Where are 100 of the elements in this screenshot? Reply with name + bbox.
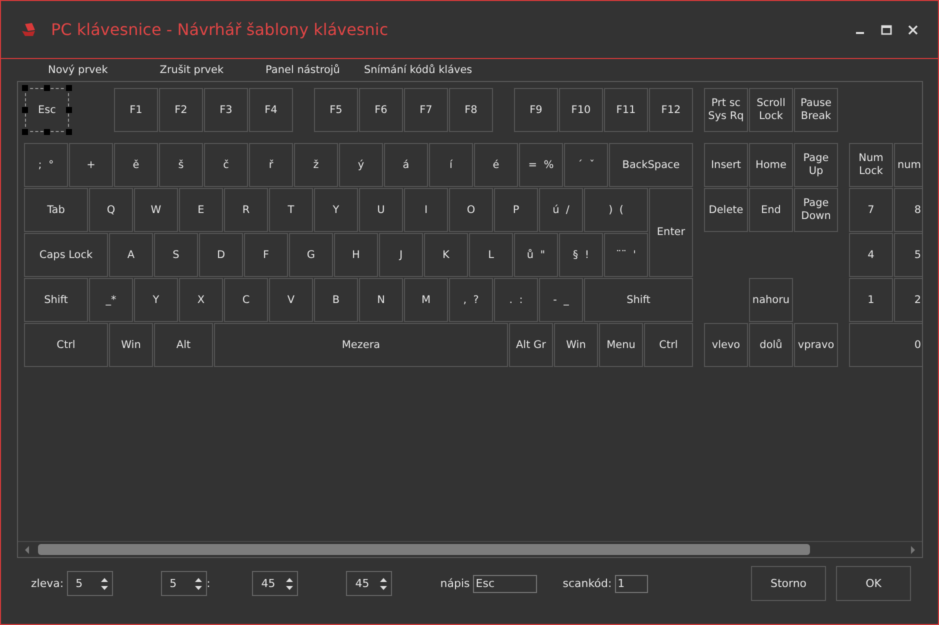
resize-handle[interactable] bbox=[66, 85, 72, 91]
dialog-button[interactable]: Storno bbox=[751, 566, 826, 601]
keyboard-key[interactable]: Alt Gr bbox=[509, 323, 553, 367]
keyboard-key[interactable]: č bbox=[204, 143, 248, 187]
keyboard-key[interactable]: Mezera bbox=[214, 323, 508, 367]
resize-handle[interactable] bbox=[66, 129, 72, 135]
keyboard-key[interactable]: ř bbox=[249, 143, 293, 187]
keyboard-key[interactable]: Y bbox=[134, 278, 178, 322]
keyboard-key[interactable]: Shift bbox=[24, 278, 88, 322]
keyboard-key[interactable]: K bbox=[424, 233, 468, 277]
keyboard-key[interactable]: U bbox=[359, 188, 403, 232]
keyboard-key[interactable]: + bbox=[69, 143, 113, 187]
keyboard-key[interactable]: E bbox=[179, 188, 223, 232]
resize-handle[interactable] bbox=[22, 129, 28, 135]
keyboard-key[interactable]: Shift bbox=[584, 278, 693, 322]
keyboard-key[interactable]: Win bbox=[109, 323, 153, 367]
keyboard-key[interactable]: Page Up bbox=[794, 143, 838, 187]
resize-handle[interactable] bbox=[66, 107, 72, 113]
keyboard-key[interactable]: Q bbox=[89, 188, 133, 232]
scroll-left-icon[interactable] bbox=[24, 546, 30, 554]
spin-up-icon[interactable] bbox=[380, 578, 388, 582]
resize-handle[interactable] bbox=[22, 85, 28, 91]
spin-field[interactable]: 5 bbox=[160, 571, 207, 596]
keyboard-key[interactable]: ž bbox=[294, 143, 338, 187]
keyboard-key[interactable]: ů " bbox=[514, 233, 558, 277]
keyboard-key[interactable]: 1 bbox=[849, 278, 893, 322]
spin-field[interactable]: 5 bbox=[66, 571, 113, 596]
keyboard-key[interactable]: J bbox=[379, 233, 423, 277]
resize-handle[interactable] bbox=[44, 129, 50, 135]
keyboard-key[interactable]: F bbox=[244, 233, 288, 277]
keyboard-key[interactable]: Pause Break bbox=[794, 88, 838, 132]
keyboard-key[interactable]: dolů bbox=[749, 323, 793, 367]
keyboard-key[interactable]: Insert bbox=[704, 143, 748, 187]
keyboard-key[interactable]: á bbox=[384, 143, 428, 187]
keyboard-key[interactable]: ě bbox=[114, 143, 158, 187]
text-field[interactable]: Esc bbox=[472, 574, 537, 592]
spin-down-icon[interactable] bbox=[100, 586, 108, 590]
keyboard-key[interactable]: F1 bbox=[114, 88, 158, 132]
keyboard-key[interactable]: S bbox=[154, 233, 198, 277]
keyboard-key[interactable]: X bbox=[179, 278, 223, 322]
keyboard-key[interactable]: F5 bbox=[314, 88, 358, 132]
scroll-right-icon[interactable] bbox=[910, 546, 916, 554]
keyboard-key[interactable]: _* bbox=[89, 278, 133, 322]
keyboard-key[interactable]: 7 bbox=[849, 188, 893, 232]
keyboard-key[interactable]: Caps Lock bbox=[24, 233, 108, 277]
spin-field[interactable]: 45 bbox=[252, 571, 298, 596]
keyboard-key[interactable]: Menu bbox=[599, 323, 643, 367]
keyboard-key[interactable]: ý bbox=[339, 143, 383, 187]
keyboard-key[interactable]: Alt bbox=[154, 323, 213, 367]
spin-down-icon[interactable] bbox=[286, 586, 294, 590]
keyboard-key[interactable]: F3 bbox=[204, 88, 248, 132]
keyboard-key[interactable]: Prt sc Sys Rq bbox=[704, 88, 748, 132]
spin-down-icon[interactable] bbox=[380, 586, 388, 590]
keyboard-key[interactable]: Tab bbox=[24, 188, 88, 232]
spin-up-icon[interactable] bbox=[194, 578, 202, 582]
keyboard-key[interactable]: 0 bbox=[849, 323, 922, 367]
keyboard-key[interactable]: G bbox=[289, 233, 333, 277]
keyboard-key[interactable]: vpravo bbox=[794, 323, 838, 367]
keyboard-key[interactable]: D bbox=[199, 233, 243, 277]
spin-up-icon[interactable] bbox=[286, 578, 294, 582]
menu-item[interactable]: Nový prvek bbox=[48, 64, 108, 76]
keyboard-key[interactable]: Page Down bbox=[794, 188, 838, 232]
keyboard-key[interactable]: O bbox=[449, 188, 493, 232]
keyboard-key[interactable]: Win bbox=[554, 323, 598, 367]
menu-item[interactable]: Snímání kódů kláves bbox=[364, 64, 472, 76]
keyboard-key[interactable]: F11 bbox=[604, 88, 648, 132]
keyboard-key[interactable]: ¨¨ ' bbox=[604, 233, 648, 277]
keyboard-key[interactable]: F4 bbox=[249, 88, 293, 132]
keyboard-key[interactable]: F2 bbox=[159, 88, 203, 132]
keyboard-key[interactable]: P bbox=[494, 188, 538, 232]
keyboard-key[interactable]: End bbox=[749, 188, 793, 232]
keyboard-key[interactable]: N bbox=[359, 278, 403, 322]
keyboard-key[interactable]: nahoru bbox=[749, 278, 793, 322]
keyboard-key[interactable]: , ? bbox=[449, 278, 493, 322]
scrollbar-thumb[interactable] bbox=[38, 544, 810, 555]
menu-item[interactable]: Panel nástrojů bbox=[266, 64, 340, 76]
resize-handle[interactable] bbox=[44, 85, 50, 91]
keyboard-key[interactable]: W bbox=[134, 188, 178, 232]
keyboard-key[interactable]: L bbox=[469, 233, 513, 277]
keyboard-key[interactable]: í bbox=[429, 143, 473, 187]
keyboard-key[interactable]: F9 bbox=[514, 88, 558, 132]
horizontal-scrollbar[interactable] bbox=[18, 541, 922, 557]
keyboard-key[interactable]: I bbox=[404, 188, 448, 232]
keyboard-key[interactable]: é bbox=[474, 143, 518, 187]
keyboard-key[interactable]: Enter bbox=[649, 188, 693, 277]
keyboard-key[interactable]: H bbox=[334, 233, 378, 277]
keyboard-key[interactable]: Scroll Lock bbox=[749, 88, 793, 132]
keyboard-key[interactable]: Num Lock bbox=[849, 143, 893, 187]
spin-field[interactable]: 45 bbox=[346, 571, 392, 596]
keyboard-key[interactable]: Ctrl bbox=[644, 323, 693, 367]
close-icon[interactable] bbox=[908, 24, 918, 34]
keyboard-key[interactable]: F8 bbox=[449, 88, 493, 132]
keyboard-key[interactable]: ) ( bbox=[584, 188, 648, 232]
keyboard-key[interactable]: š bbox=[159, 143, 203, 187]
keyboard-key[interactable]: R bbox=[224, 188, 268, 232]
keyboard-key[interactable]: Y bbox=[314, 188, 358, 232]
keyboard-key[interactable]: A bbox=[109, 233, 153, 277]
keyboard-key[interactable]: Home bbox=[749, 143, 793, 187]
keyboard-key[interactable]: 2 bbox=[894, 278, 922, 322]
resize-handle[interactable] bbox=[22, 107, 28, 113]
